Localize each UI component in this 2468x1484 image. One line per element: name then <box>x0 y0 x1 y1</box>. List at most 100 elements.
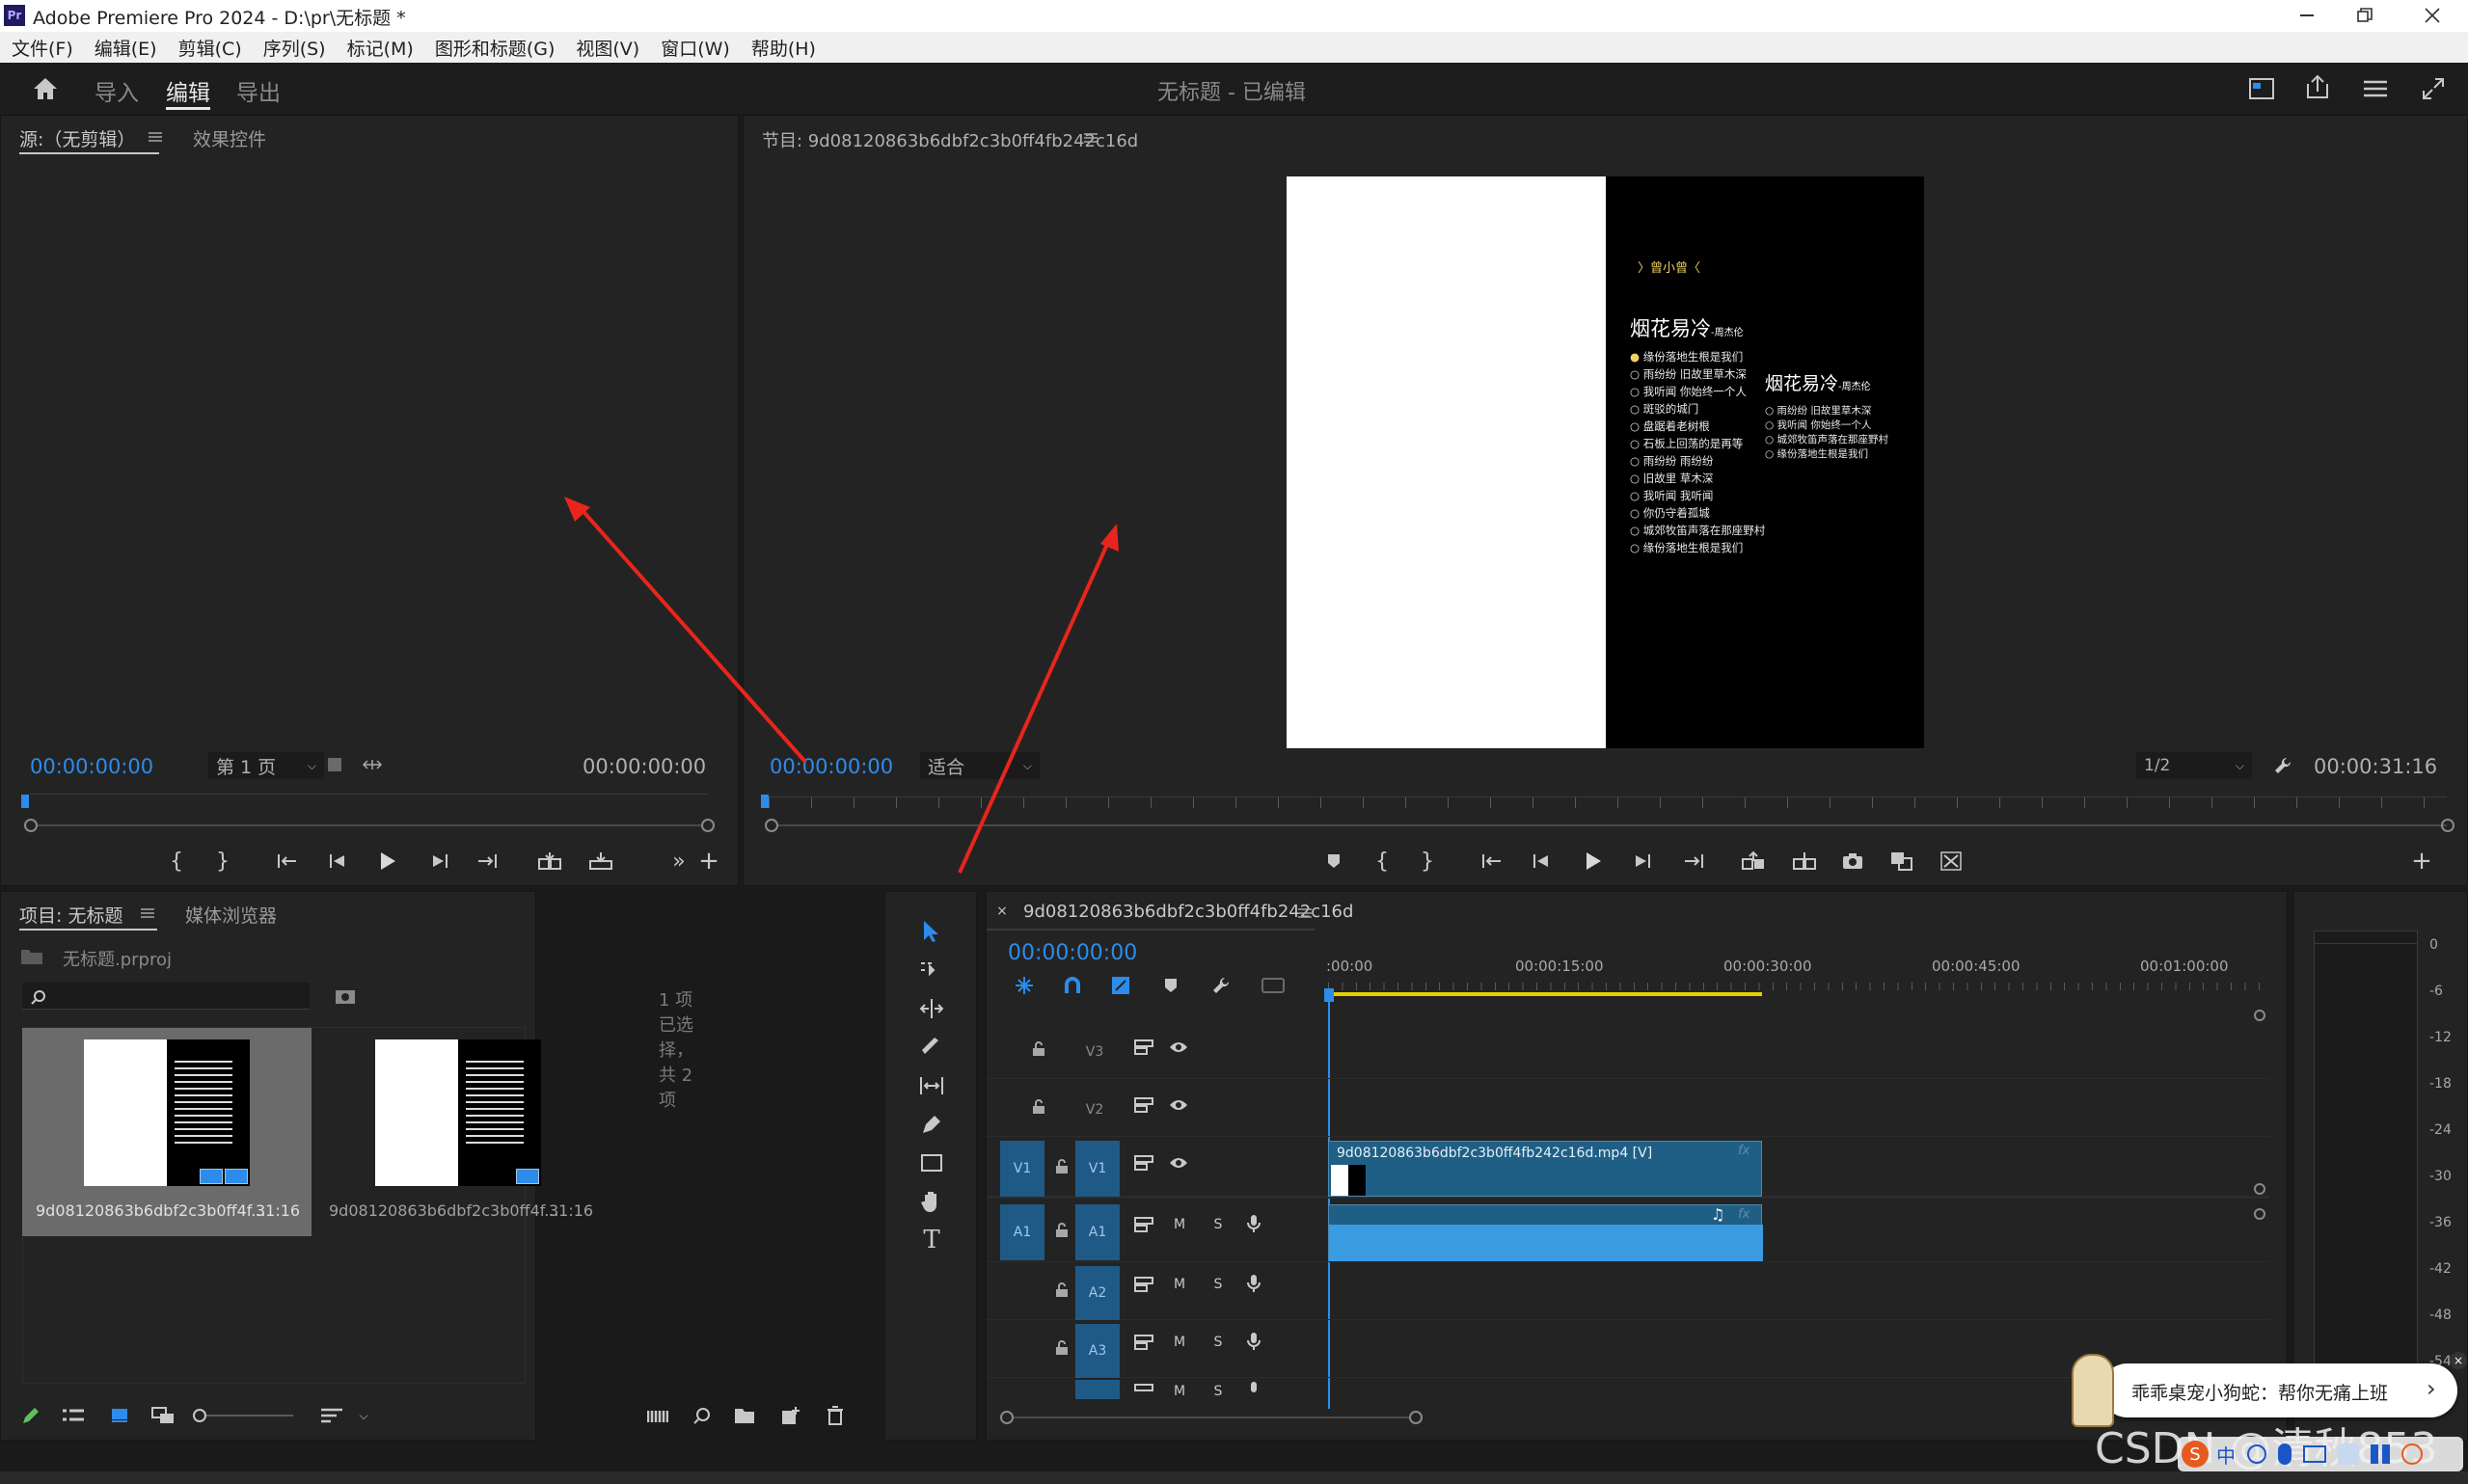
track-label-a1[interactable]: A1 <box>1075 1204 1120 1260</box>
fit-select[interactable]: 适合 ⌵ <box>920 752 1040 779</box>
menu-marker[interactable]: 标记(M) <box>347 35 414 61</box>
track-select-icon[interactable] <box>917 956 946 985</box>
lock-icon[interactable] <box>1052 1220 1071 1241</box>
menu-view[interactable]: 视图(V) <box>576 35 639 61</box>
ime-keyboard-icon[interactable] <box>2303 1445 2326 1463</box>
tab-project[interactable]: 项目: 无标题 <box>19 902 122 928</box>
toggle-sync-icon[interactable] <box>1131 1384 1156 1399</box>
audio-scroll-top[interactable] <box>2254 1208 2265 1220</box>
linked-selection-icon[interactable] <box>1108 973 1133 998</box>
page-toggle-icon[interactable] <box>325 755 344 774</box>
solo-button[interactable]: S <box>1208 1332 1228 1353</box>
add-button-icon[interactable]: + <box>697 847 720 876</box>
program-playhead[interactable] <box>761 795 769 808</box>
wrench-icon[interactable] <box>1208 973 1234 998</box>
program-zoom-bar[interactable] <box>778 824 2447 826</box>
compare-view-icon[interactable] <box>1887 849 1916 874</box>
overwrite-icon[interactable] <box>586 849 615 874</box>
ime-grid-icon[interactable] <box>2371 1444 2390 1464</box>
wrench-icon[interactable] <box>2271 754 2294 777</box>
drag-icon[interactable] <box>362 755 383 774</box>
ime-punctuation-icon[interactable] <box>2247 1444 2266 1464</box>
microphone-icon[interactable] <box>1243 1382 1264 1399</box>
menu-file[interactable]: 文件(F) <box>12 35 73 61</box>
insert-icon[interactable] <box>535 849 564 874</box>
source-patch-v1[interactable]: V1 <box>1000 1141 1044 1197</box>
menu-window[interactable]: 窗口(W) <box>661 35 730 61</box>
program-ruler[interactable] <box>769 796 2447 808</box>
h-scroll-start[interactable] <box>1000 1411 1014 1424</box>
close-notification-icon[interactable]: × <box>2450 1352 2467 1369</box>
pencil-icon[interactable] <box>18 1403 43 1428</box>
step-back-icon[interactable] <box>1530 849 1553 874</box>
lock-icon[interactable] <box>1052 1280 1071 1301</box>
more-controls-icon[interactable]: » <box>669 849 689 874</box>
toggle-sync-icon[interactable] <box>1131 1214 1156 1235</box>
video-scroll-bottom[interactable] <box>2254 1183 2265 1195</box>
nest-icon[interactable] <box>1012 973 1037 998</box>
mute-button[interactable]: M <box>1170 1332 1189 1353</box>
chevron-right-icon[interactable]: › <box>2427 1375 2436 1402</box>
source-zoom-end[interactable] <box>701 819 715 832</box>
fullscreen-icon[interactable] <box>2419 74 2448 103</box>
ime-toolbar[interactable]: S 中 <box>2178 1437 2463 1471</box>
play-icon[interactable] <box>375 847 400 876</box>
video-clip[interactable]: 9d08120863b6dbf2c3b0ff4fb242c16d.mp4 [V]… <box>1328 1141 1762 1197</box>
page-select[interactable]: 第 1 页 ⌵ <box>208 752 324 779</box>
audio-clip[interactable]: ♫ fx <box>1328 1204 1763 1261</box>
timeline-menu-icon[interactable] <box>1295 904 1315 923</box>
mark-out-icon[interactable]: } <box>1416 849 1439 874</box>
source-scrubber-track[interactable] <box>30 794 709 803</box>
source-menu-icon[interactable] <box>146 127 165 147</box>
extract-icon[interactable] <box>1790 849 1819 874</box>
source-zoom-start[interactable] <box>24 819 38 832</box>
track-label-v1[interactable]: V1 <box>1075 1141 1120 1197</box>
h-scroll-bar[interactable] <box>1014 1417 1409 1418</box>
mute-button[interactable]: M <box>1170 1274 1189 1295</box>
ripple-edit-icon[interactable] <box>917 994 946 1023</box>
type-tool-icon[interactable]: T <box>917 1226 946 1255</box>
track-label-a3[interactable]: A3 <box>1075 1324 1120 1378</box>
new-item-icon[interactable] <box>778 1403 803 1428</box>
minimize-button[interactable] <box>2288 4 2326 27</box>
ime-more-icon[interactable] <box>2401 1444 2423 1465</box>
step-back-icon[interactable] <box>326 849 349 874</box>
slip-tool-icon[interactable] <box>917 1071 946 1100</box>
home-icon[interactable] <box>29 72 62 105</box>
mark-in-icon[interactable]: { <box>165 849 188 874</box>
ime-skin-icon[interactable] <box>2338 1444 2359 1465</box>
go-to-in-icon[interactable] <box>274 849 301 874</box>
ime-voice-icon[interactable] <box>2278 1444 2292 1465</box>
add-marker-icon[interactable] <box>1158 973 1183 998</box>
lock-icon[interactable] <box>1029 1039 1048 1060</box>
chevron-down-icon[interactable]: ⌵ <box>354 1403 373 1428</box>
quality-select[interactable]: 1/2 ⌵ <box>2136 752 2252 779</box>
hand-tool-icon[interactable] <box>917 1187 946 1216</box>
snap-icon[interactable] <box>1060 973 1085 998</box>
microphone-icon[interactable] <box>1243 1330 1264 1353</box>
project-menu-icon[interactable] <box>138 904 157 923</box>
source-patch-a1[interactable]: A1 <box>1000 1204 1044 1260</box>
source-timecode[interactable]: 00:00:00:00 <box>30 755 153 778</box>
go-to-out-icon[interactable] <box>1680 849 1707 874</box>
icon-view-icon[interactable] <box>107 1403 132 1428</box>
multicam-icon[interactable] <box>1938 849 1965 874</box>
lock-icon[interactable] <box>1029 1096 1048 1118</box>
lift-icon[interactable] <box>1739 849 1768 874</box>
toggle-sync-icon[interactable] <box>1131 1037 1156 1058</box>
tab-edit[interactable]: 编辑 <box>166 74 210 107</box>
mark-in-icon[interactable]: { <box>1370 849 1394 874</box>
zoom-slider-knob[interactable] <box>193 1409 206 1422</box>
eye-icon[interactable] <box>1166 1094 1191 1116</box>
close-window-button[interactable] <box>2413 4 2452 27</box>
track-label-v2[interactable]: V2 <box>1075 1083 1114 1137</box>
solo-button[interactable]: S <box>1208 1384 1228 1399</box>
captions-icon[interactable] <box>1259 973 1288 998</box>
eye-icon[interactable] <box>1166 1037 1191 1058</box>
desktop-pet-notification[interactable]: 乖乖桌宠小狗蛇：帮你无痛上班 › × <box>2072 1352 2467 1427</box>
source-playhead[interactable] <box>21 795 29 808</box>
track-label-a2[interactable]: A2 <box>1075 1266 1120 1320</box>
toggle-sync-icon[interactable] <box>1131 1152 1156 1174</box>
tab-media-browser[interactable]: 媒体浏览器 <box>185 902 277 928</box>
source-zoom-bar[interactable] <box>38 824 701 826</box>
